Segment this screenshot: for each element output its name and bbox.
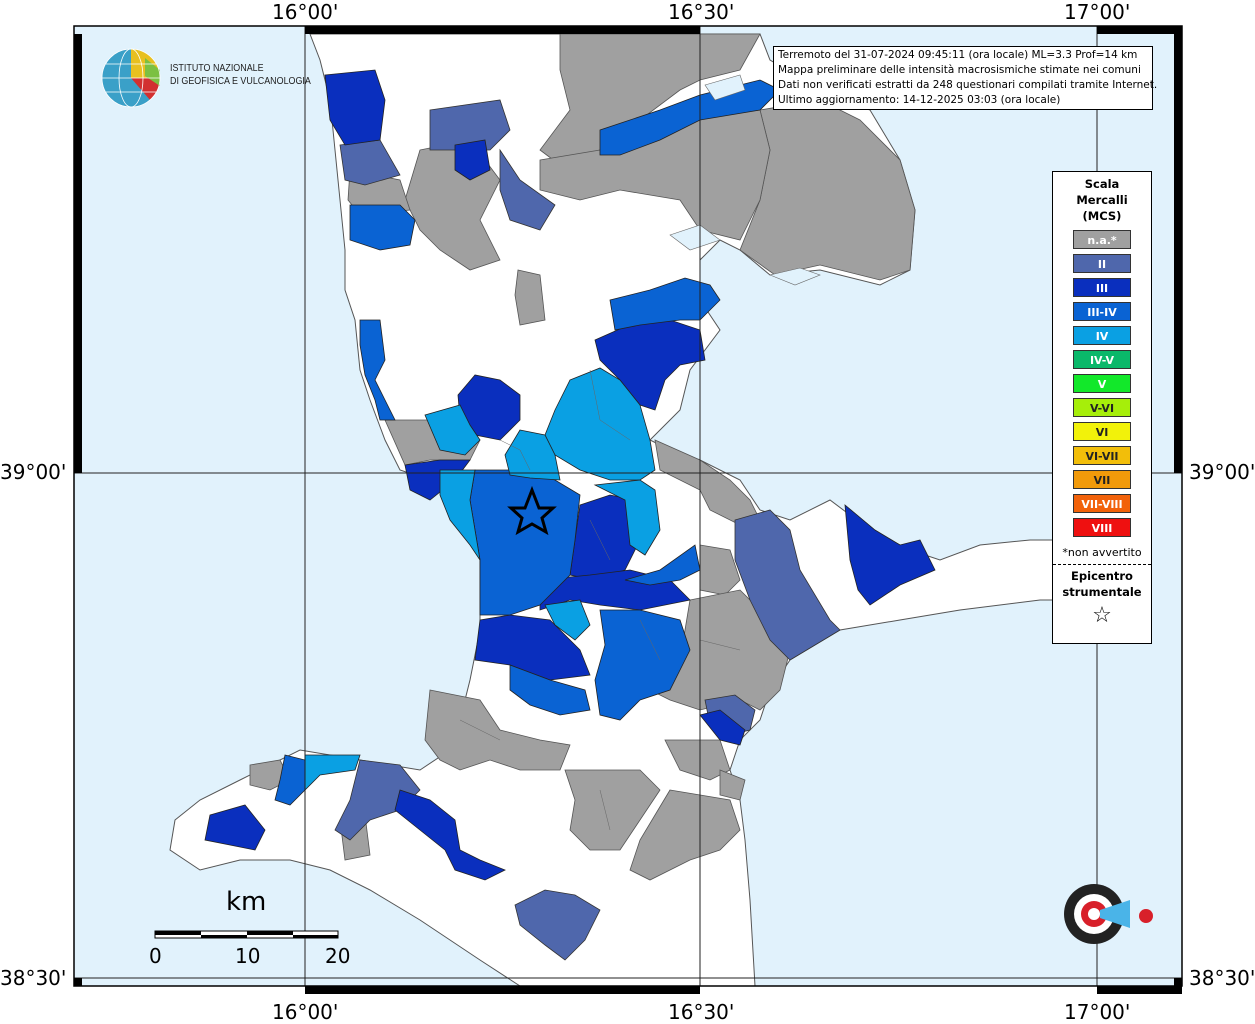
info-line1: Terremoto del 31-07-2024 09:45:11 (ora l… — [778, 49, 1138, 61]
legend-items: n.a.* II III III-IV IV IV-V V V-VI VI VI-VII VII VI… — [1053, 230, 1151, 537]
hst-logo-text: haisentitoilterremoto.it — [0, 0, 8, 4]
ingv-logo-text: ISTITUTO NAZIONALE DI GEOFISICA E VULCAN… — [170, 62, 311, 88]
coord-top-1: 16°00' — [272, 0, 339, 24]
legend-item: III — [1073, 278, 1131, 297]
legend-epi-line1: Epicentro — [1071, 569, 1133, 583]
legend-epicentre-label: Epicentro strumentale — [1053, 568, 1151, 600]
ingv-line1: ISTITUTO NAZIONALE — [170, 62, 264, 74]
coord-top-3: 17°00' — [1064, 0, 1131, 24]
legend-item: II — [1073, 254, 1131, 273]
coord-right-1: 39°00' — [1189, 460, 1255, 484]
legend-item: V — [1073, 374, 1131, 393]
legend-item: IV-V — [1073, 350, 1131, 369]
ingv-globe-icon — [101, 48, 161, 108]
event-info-box: Terremoto del 31-07-2024 09:45:11 (ora l… — [773, 46, 1158, 110]
coord-bottom-2: 16°30' — [668, 1000, 735, 1024]
coord-left-1: 39°00' — [0, 460, 67, 484]
legend-item: IV — [1073, 326, 1131, 345]
legend-item: VI-VII — [1073, 446, 1131, 465]
coord-bottom-3: 17°00' — [1064, 1000, 1131, 1024]
legend-item: VI — [1073, 422, 1131, 441]
scale-bar — [154, 930, 339, 939]
scale-label-10: 10 — [235, 944, 261, 968]
info-line3: Dati non verificati estratti da 248 ques… — [778, 79, 1158, 91]
coord-bottom-1: 16°00' — [272, 1000, 339, 1024]
legend-note: *non avvertito — [1062, 546, 1142, 559]
legend-item: n.a.* — [1073, 230, 1131, 249]
legend-title-line3: (MCS) — [1082, 209, 1122, 223]
scale-unit: km — [226, 887, 267, 917]
legend-item: VII-VIII — [1073, 494, 1131, 513]
legend-item: VII — [1073, 470, 1131, 489]
scale-label-20: 20 — [325, 944, 351, 968]
legend-item: V-VI — [1073, 398, 1131, 417]
legend-item: III-IV — [1073, 302, 1131, 321]
coord-right-2: 38°30' — [1189, 966, 1255, 990]
legend-title-line2: Mercalli — [1076, 193, 1128, 207]
legend-title: Scala Mercalli (MCS) — [1053, 176, 1151, 224]
mcs-legend: Scala Mercalli (MCS) n.a.* II III III-IV IV I… — [1052, 171, 1152, 644]
legend-epi-line2: strumentale — [1062, 585, 1142, 599]
coord-top-2: 16°30' — [668, 0, 735, 24]
scale-label-0: 0 — [149, 944, 162, 968]
info-line2: Mappa preliminare delle intensità macros… — [778, 64, 1141, 76]
info-line4: Ultimo aggiornamento: 14-12-2025 03:03 (… — [778, 94, 1061, 106]
legend-title-line1: Scala — [1084, 177, 1120, 191]
legend-star-icon: ☆ — [1092, 603, 1112, 628]
legend-separator — [1053, 564, 1151, 565]
legend-item: VIII — [1073, 518, 1131, 537]
ingv-line2: DI GEOFISICA E VULCANOLOGIA — [170, 75, 311, 87]
coord-left-2: 38°30' — [0, 966, 67, 990]
